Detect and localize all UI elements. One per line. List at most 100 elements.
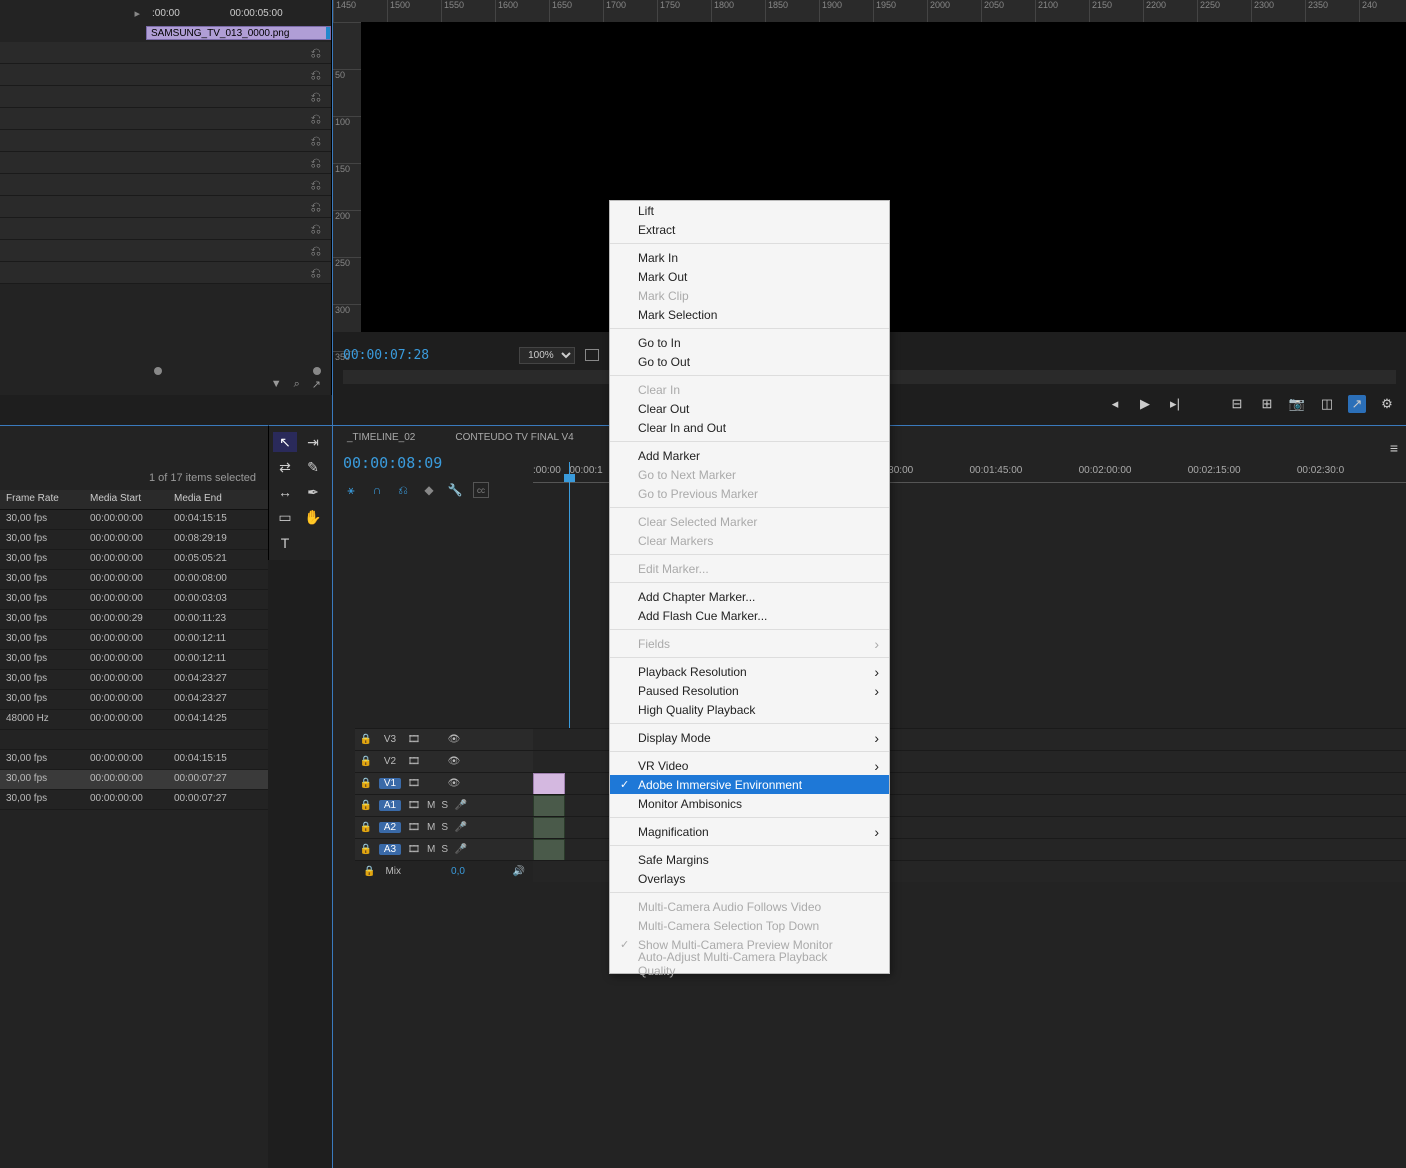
rectangle-tool-icon[interactable]: ▭ bbox=[273, 508, 297, 528]
menu-item[interactable]: High Quality Playback bbox=[610, 700, 889, 719]
project-row[interactable]: 30,00 fps00:00:00:0000:04:23:27 bbox=[0, 670, 268, 690]
filter-icon[interactable]: ▼ bbox=[271, 378, 282, 391]
mic-icon[interactable]: 🎤 bbox=[454, 844, 468, 855]
menu-item[interactable]: Mark Out bbox=[610, 267, 889, 286]
snap-icon[interactable]: ⚹ bbox=[343, 482, 359, 498]
settings-icon[interactable]: ⚙ bbox=[1378, 395, 1396, 413]
track-row[interactable]: ⎌ bbox=[0, 152, 331, 174]
project-row[interactable]: 30,00 fps00:00:00:0000:00:07:27 bbox=[0, 770, 268, 790]
solo-label[interactable]: S bbox=[441, 800, 448, 811]
clip-item[interactable]: SAMSUNG_TV_013_0000.png bbox=[146, 26, 331, 40]
speaker-icon[interactable]: 🔊 bbox=[513, 866, 525, 877]
mic-icon[interactable]: 🎤 bbox=[454, 822, 468, 833]
project-row[interactable]: 30,00 fps00:00:00:0000:04:23:27 bbox=[0, 690, 268, 710]
menu-item[interactable]: Display Mode bbox=[610, 728, 889, 747]
solo-label[interactable]: S bbox=[441, 844, 448, 855]
menu-item[interactable]: Playback Resolution bbox=[610, 662, 889, 681]
type-tool-icon[interactable]: T bbox=[273, 533, 297, 553]
menu-item[interactable]: Safe Margins bbox=[610, 850, 889, 869]
menu-item[interactable]: Add Flash Cue Marker... bbox=[610, 606, 889, 625]
safe-margins-icon[interactable] bbox=[585, 349, 599, 361]
lock-icon[interactable]: 🔒 bbox=[359, 822, 373, 833]
project-row[interactable]: 30,00 fps00:00:00:0000:04:15:15 bbox=[0, 750, 268, 770]
col-media-end[interactable]: Media End bbox=[168, 490, 252, 509]
track-select-tool-icon[interactable]: ⇥ bbox=[301, 432, 325, 452]
monitor-timecode[interactable]: 00:00:07:28 bbox=[343, 348, 429, 363]
project-row[interactable]: 30,00 fps00:00:00:0000:00:12:11 bbox=[0, 630, 268, 650]
timeline-tab[interactable]: _TIMELINE_02 bbox=[347, 432, 415, 443]
project-row[interactable]: 30,00 fps00:00:00:0000:00:08:00 bbox=[0, 570, 268, 590]
menu-item[interactable]: Mark Selection bbox=[610, 305, 889, 324]
track-row[interactable]: ⎌ bbox=[0, 86, 331, 108]
menu-item[interactable]: Adobe Immersive Environment bbox=[610, 775, 889, 794]
track-header-v2[interactable]: 🔒 V2 🎞 👁 bbox=[355, 750, 533, 772]
eye-icon[interactable]: 👁 bbox=[447, 756, 461, 767]
project-row[interactable]: 30,00 fps00:00:00:0000:00:12:11 bbox=[0, 650, 268, 670]
step-back-icon[interactable]: ◂ bbox=[1106, 395, 1124, 413]
track-header-a2[interactable]: 🔒 A2 🎞 M S 🎤 bbox=[355, 816, 533, 838]
lock-icon[interactable]: 🔒 bbox=[359, 734, 373, 745]
lock-icon[interactable]: 🔒 bbox=[359, 756, 373, 767]
menu-item[interactable]: Lift bbox=[610, 201, 889, 220]
eye-icon[interactable]: 👁 bbox=[447, 734, 461, 745]
step-fwd-icon[interactable]: ▸| bbox=[1166, 395, 1184, 413]
film-icon[interactable]: 🎞 bbox=[407, 822, 421, 833]
mix-value[interactable]: 0,0 bbox=[451, 866, 465, 877]
track-row[interactable]: ⎌ bbox=[0, 64, 331, 86]
track-row[interactable]: ⎌ bbox=[0, 108, 331, 130]
menu-item[interactable]: Mark In bbox=[610, 248, 889, 267]
razor-tool-icon[interactable]: ✎ bbox=[301, 457, 325, 477]
menu-item[interactable]: VR Video bbox=[610, 756, 889, 775]
hand-tool-icon[interactable]: ✋ bbox=[301, 508, 325, 528]
project-row[interactable]: 30,00 fps00:00:00:0000:08:29:19 bbox=[0, 530, 268, 550]
track-header-v1[interactable]: 🔒 V1 🎞 👁 bbox=[355, 772, 533, 794]
film-icon[interactable]: 🎞 bbox=[407, 734, 421, 745]
extract-icon[interactable]: ⊞ bbox=[1258, 395, 1276, 413]
menu-item[interactable]: Add Marker bbox=[610, 446, 889, 465]
timeline-timecode[interactable]: 00:00:08:09 bbox=[343, 454, 442, 472]
project-row[interactable]: 30,00 fps00:00:00:0000:00:03:03 bbox=[0, 590, 268, 610]
menu-item[interactable]: Magnification bbox=[610, 822, 889, 841]
zoom-select[interactable]: 100% bbox=[519, 347, 575, 364]
timeline-tab[interactable]: CONTEUDO TV FINAL V4 bbox=[455, 432, 573, 443]
project-row[interactable]: 48000 Hz00:00:00:0000:04:14:25 bbox=[0, 710, 268, 730]
project-row[interactable]: 30,00 fps00:00:00:2900:00:11:23 bbox=[0, 610, 268, 630]
film-icon[interactable]: 🎞 bbox=[407, 756, 421, 767]
col-media-start[interactable]: Media Start bbox=[84, 490, 168, 509]
mute-label[interactable]: M bbox=[427, 844, 435, 855]
project-row[interactable]: 30,00 fps00:00:00:0000:04:15:15 bbox=[0, 510, 268, 530]
panel-menu-icon[interactable]: ≡ bbox=[1390, 440, 1398, 456]
menu-item[interactable]: Extract bbox=[610, 220, 889, 239]
menu-item[interactable]: Overlays bbox=[610, 869, 889, 888]
track-header-v3[interactable]: 🔒 V3 🎞 👁 bbox=[355, 728, 533, 750]
track-header-a1[interactable]: 🔒 A1 🎞 M S 🎤 bbox=[355, 794, 533, 816]
menu-item[interactable]: Clear In and Out bbox=[610, 418, 889, 437]
lock-icon[interactable]: 🔒 bbox=[359, 800, 373, 811]
search-icon[interactable]: ⌕ bbox=[294, 378, 300, 391]
col-frame-rate[interactable]: Frame Rate bbox=[0, 490, 84, 509]
project-row[interactable]: 30,00 fps00:00:00:0000:05:05:21 bbox=[0, 550, 268, 570]
film-icon[interactable]: 🎞 bbox=[407, 844, 421, 855]
lock-icon[interactable]: 🔒 bbox=[363, 866, 375, 877]
mute-label[interactable]: M bbox=[427, 822, 435, 833]
mic-icon[interactable]: 🎤 bbox=[454, 800, 468, 811]
menu-item[interactable]: Paused Resolution bbox=[610, 681, 889, 700]
track-row[interactable]: ⎌ bbox=[0, 262, 331, 284]
track-row[interactable]: ⎌ bbox=[0, 196, 331, 218]
menu-item[interactable]: Add Chapter Marker... bbox=[610, 587, 889, 606]
film-icon[interactable]: 🎞 bbox=[407, 800, 421, 811]
zoom-slider-handle[interactable] bbox=[154, 367, 162, 375]
menu-item[interactable]: Monitor Ambisonics bbox=[610, 794, 889, 813]
ripple-tool-icon[interactable]: ⇄ bbox=[273, 457, 297, 477]
selection-tool-icon[interactable]: ↖ bbox=[273, 432, 297, 452]
lift-icon[interactable]: ⊟ bbox=[1228, 395, 1246, 413]
zoom-slider-handle[interactable] bbox=[313, 367, 321, 375]
track-row[interactable]: ⎌ bbox=[0, 130, 331, 152]
compare-icon[interactable]: ◫ bbox=[1318, 395, 1336, 413]
pen-tool-icon[interactable]: ✒ bbox=[301, 482, 325, 502]
play-icon[interactable]: ▶ bbox=[1136, 395, 1154, 413]
film-icon[interactable]: 🎞 bbox=[407, 778, 421, 789]
camera-icon[interactable]: 📷 bbox=[1288, 395, 1306, 413]
wrench-icon[interactable]: 🔧 bbox=[447, 482, 463, 498]
cc-icon[interactable]: cc bbox=[473, 482, 489, 498]
